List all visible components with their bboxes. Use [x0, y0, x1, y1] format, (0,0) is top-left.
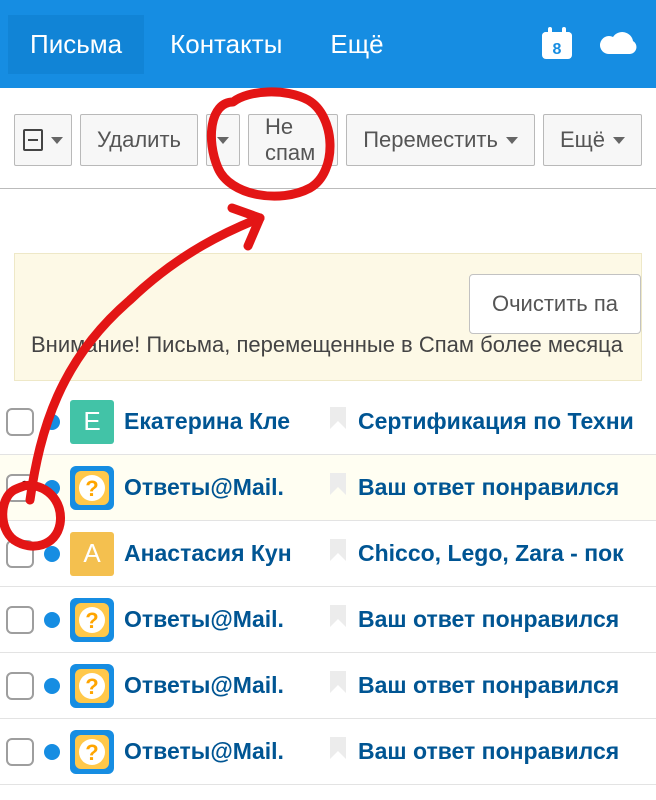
subject: Ваш ответ понравился	[358, 672, 648, 699]
select-all-dropdown[interactable]	[14, 114, 72, 166]
row-checkbox[interactable]	[6, 408, 34, 436]
delete-button[interactable]: Удалить	[80, 114, 198, 166]
svg-text:?: ?	[85, 740, 98, 765]
clear-folder-button[interactable]: Очистить па	[469, 274, 641, 334]
calendar-day: 8	[553, 41, 562, 58]
bookmark-icon[interactable]	[330, 539, 348, 568]
move-label: Переместить	[363, 127, 498, 153]
chevron-down-icon	[506, 137, 518, 144]
subject: Ваш ответ понравился	[358, 606, 648, 633]
unread-dot	[44, 612, 60, 628]
nav-contacts[interactable]: Контакты	[148, 15, 304, 74]
unread-dot	[44, 480, 60, 496]
toolbar: Удалить Не спам Переместить Ещё	[0, 88, 656, 189]
bookmark-icon[interactable]	[330, 737, 348, 766]
avatar: ?	[70, 664, 114, 708]
avatar: ?	[70, 598, 114, 642]
row-checkbox[interactable]	[6, 474, 34, 502]
top-nav: Письма Контакты Ещё 8	[0, 0, 656, 88]
subject: Ваш ответ понравился	[358, 474, 648, 501]
mail-row[interactable]: ? Ответы@Mail. Ваш ответ понравился	[0, 653, 656, 719]
subject: Сертификация по Техни	[358, 408, 648, 435]
sender: Екатерина Кле	[124, 408, 320, 435]
unread-dot	[44, 414, 60, 430]
mail-list: Е Екатерина Кле Сертификация по Техни? Отве…	[0, 389, 656, 785]
mail-row[interactable]: ? Ответы@Mail. Ваш ответ понравился	[0, 719, 656, 785]
bookmark-icon[interactable]	[330, 671, 348, 700]
spam-notice: Очистить па Внимание! Письма, перемещенн…	[14, 253, 642, 381]
svg-text:?: ?	[85, 674, 98, 699]
subject: Chicco, Lego, Zara - пок	[358, 540, 648, 567]
nav-mail[interactable]: Письма	[8, 15, 144, 74]
chevron-down-icon	[51, 137, 63, 144]
more-button[interactable]: Ещё	[543, 114, 642, 166]
sender: Ответы@Mail.	[124, 738, 320, 765]
delete-dropdown[interactable]	[206, 114, 240, 166]
not-spam-label: Не спам	[265, 114, 321, 166]
svg-text:?: ?	[85, 608, 98, 633]
sender: Ответы@Mail.	[124, 474, 320, 501]
mail-row[interactable]: ? Ответы@Mail. Ваш ответ понравился	[0, 587, 656, 653]
nav-more[interactable]: Ещё	[308, 15, 405, 74]
unread-dot	[44, 744, 60, 760]
mail-row[interactable]: А Анастасия Кун Chicco, Lego, Zara - пок	[0, 521, 656, 587]
minus-square-icon	[23, 129, 43, 151]
row-checkbox[interactable]	[6, 672, 34, 700]
cloud-icon[interactable]	[590, 15, 648, 73]
row-checkbox[interactable]	[6, 606, 34, 634]
bookmark-icon[interactable]	[330, 407, 348, 436]
delete-label: Удалить	[97, 127, 181, 153]
bookmark-icon[interactable]	[330, 473, 348, 502]
mail-row[interactable]: Е Екатерина Кле Сертификация по Техни	[0, 389, 656, 455]
calendar-icon[interactable]: 8	[528, 15, 586, 73]
move-button[interactable]: Переместить	[346, 114, 535, 166]
sender: Ответы@Mail.	[124, 606, 320, 633]
chevron-down-icon	[217, 137, 229, 144]
not-spam-button[interactable]: Не спам	[248, 114, 338, 166]
notice-text: Внимание! Письма, перемещенные в Спам бо…	[31, 332, 641, 358]
chevron-down-icon	[613, 137, 625, 144]
avatar: Е	[70, 400, 114, 444]
unread-dot	[44, 678, 60, 694]
avatar: ?	[70, 466, 114, 510]
mail-row[interactable]: ? Ответы@Mail. Ваш ответ понравился	[0, 455, 656, 521]
row-checkbox[interactable]	[6, 540, 34, 568]
avatar: ?	[70, 730, 114, 774]
row-checkbox[interactable]	[6, 738, 34, 766]
sender: Анастасия Кун	[124, 540, 320, 567]
bookmark-icon[interactable]	[330, 605, 348, 634]
sender: Ответы@Mail.	[124, 672, 320, 699]
svg-text:?: ?	[85, 476, 98, 501]
avatar: А	[70, 532, 114, 576]
unread-dot	[44, 546, 60, 562]
subject: Ваш ответ понравился	[358, 738, 648, 765]
more-label: Ещё	[560, 127, 605, 153]
